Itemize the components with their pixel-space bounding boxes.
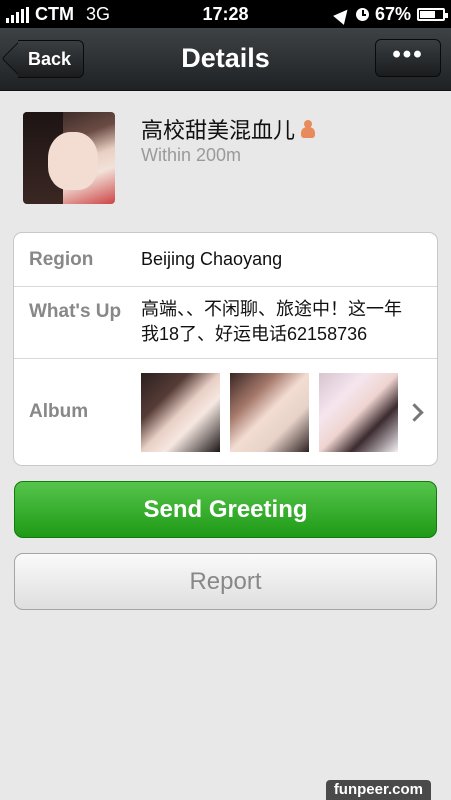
alarm-icon [355, 8, 369, 21]
whatsup-row: What's Up 高端、、不闲聊、旅途中！这一年我18了、好运电话621587… [14, 286, 437, 359]
details-card: Region Beijing Chaoyang What's Up 高端、、不闲… [13, 232, 438, 466]
navigation-bar: Back Details ••• [0, 28, 451, 91]
avatar[interactable] [23, 112, 115, 204]
status-right: 67% [333, 4, 448, 25]
status-bar: CTM 3G 17:28 67% [0, 0, 451, 28]
album-row[interactable]: Album [14, 358, 437, 465]
region-value: Beijing Chaoyang [141, 249, 283, 269]
female-icon [301, 120, 316, 138]
battery-icon [417, 8, 448, 21]
region-row: Region Beijing Chaoyang [14, 233, 437, 287]
album-label: Album [29, 401, 89, 422]
location-icon [333, 4, 353, 25]
report-button[interactable]: Report [14, 553, 437, 610]
watermark: funpeer.com [325, 780, 431, 800]
battery-percent: 67% [374, 4, 411, 24]
whatsup-label: What's Up [29, 301, 122, 322]
send-greeting-button[interactable]: Send Greeting [14, 481, 437, 538]
more-options-button[interactable]: ••• [375, 39, 441, 77]
album-photo[interactable] [230, 373, 309, 452]
whatsup-value: 高端、、不闲聊、旅途中！这一年我18了、好运电话62158736 [141, 299, 402, 344]
album-photo[interactable] [141, 373, 220, 452]
profile-name-row: 高校甜美混血儿 [141, 113, 316, 145]
profile-distance: Within 200m [141, 145, 242, 165]
profile-name: 高校甜美混血儿 [141, 118, 296, 143]
region-label: Region [29, 249, 94, 270]
album-photo[interactable] [319, 373, 398, 452]
chevron-right-icon [405, 403, 424, 422]
